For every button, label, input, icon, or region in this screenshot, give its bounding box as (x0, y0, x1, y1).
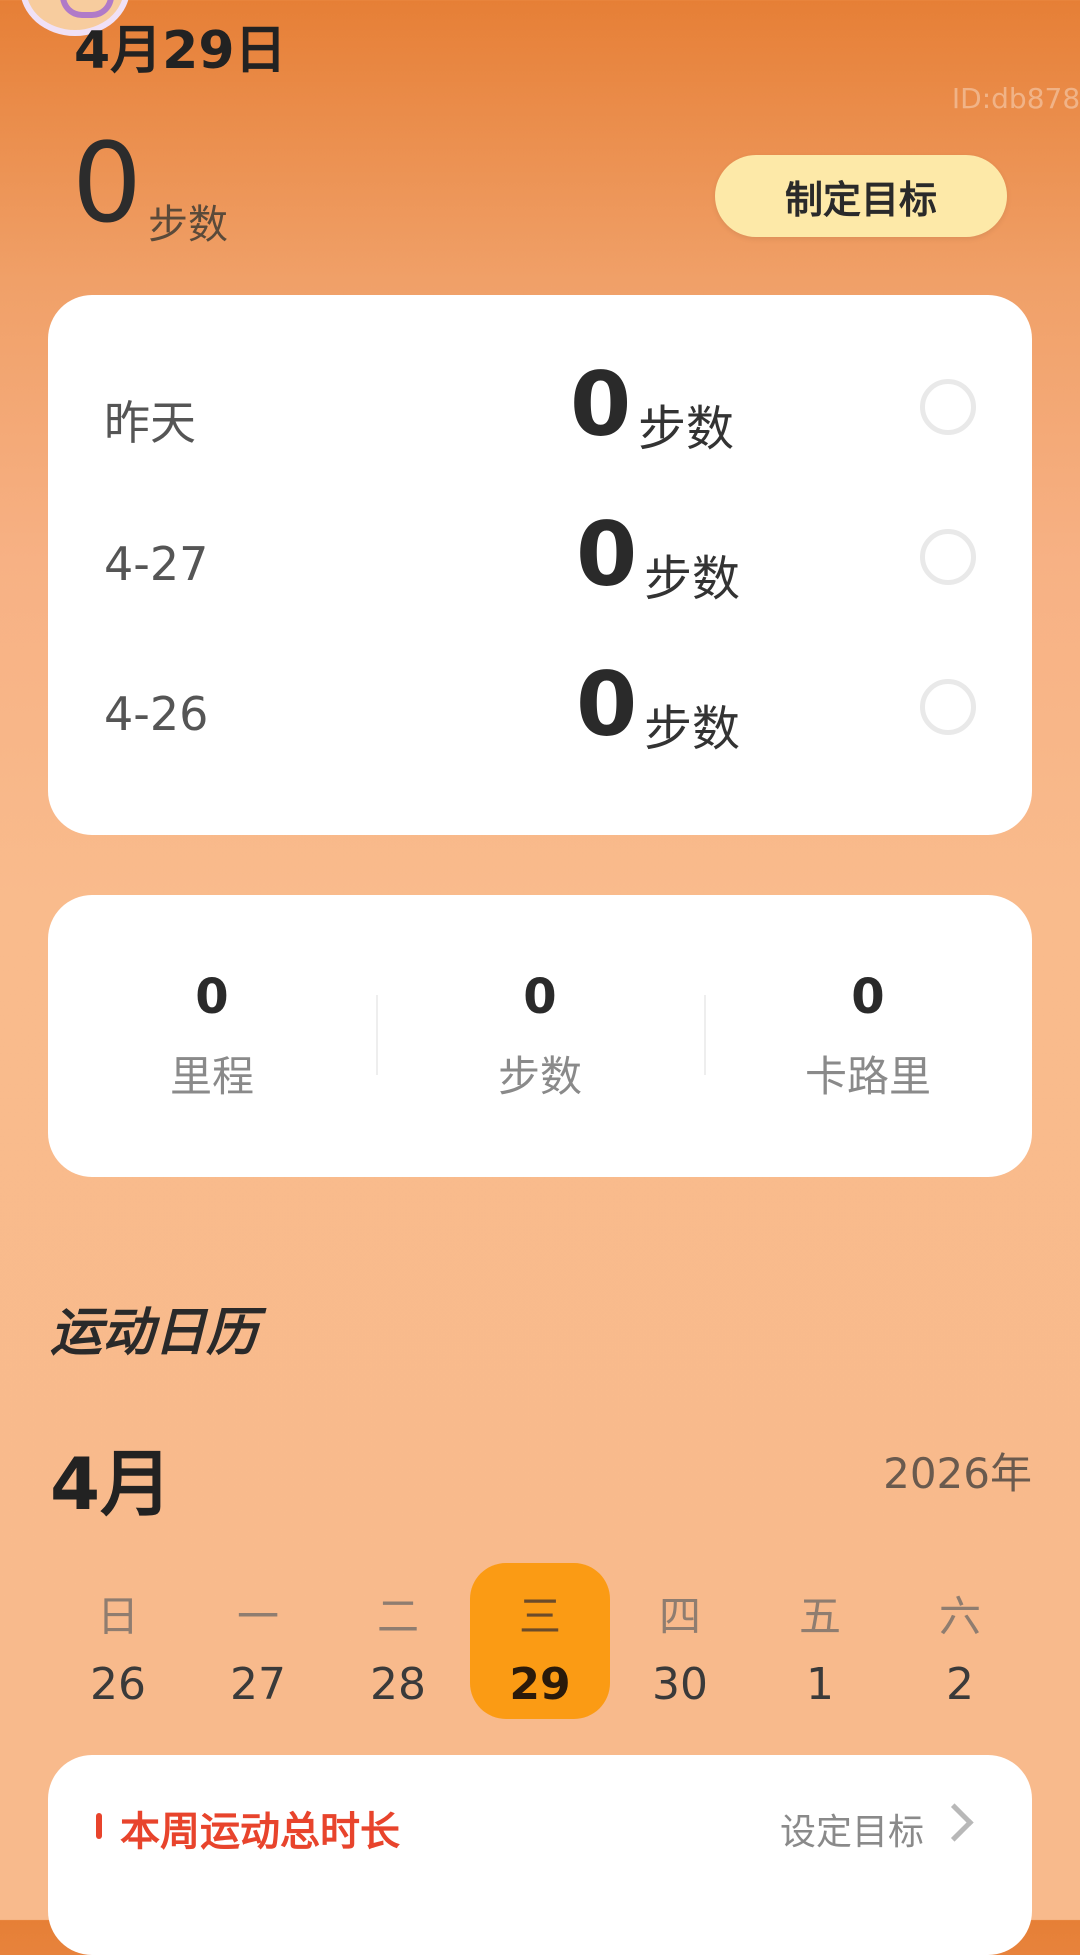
weekday-label: 日 (96, 1592, 139, 1641)
set-weekly-goal-link[interactable]: 设定目标 (780, 1803, 924, 1855)
history-date-label: 4-27 (104, 537, 209, 591)
calendar-day[interactable]: 六 2 (890, 1563, 1030, 1719)
stat-label: 里程 (169, 1052, 254, 1101)
weekly-duration-title: 本周运动总时长 (120, 1809, 400, 1855)
weekday-label: 一 (236, 1592, 279, 1641)
progress-ring-icon (920, 679, 976, 735)
history-steps-value: 0 (576, 503, 638, 606)
history-row[interactable]: 4-27 0 步数 (48, 507, 1032, 617)
history-steps-unit: 步数 (644, 551, 741, 607)
day-number: 26 (90, 1659, 146, 1710)
day-number: 2 (946, 1659, 974, 1710)
day-number: 27 (230, 1659, 286, 1710)
calendar-month: 4月 (50, 1442, 173, 1526)
today-steps-unit: 步数 (148, 202, 228, 248)
set-goal-button[interactable]: 制定目标 (715, 155, 1007, 237)
section-title-calendar: 运动日历 (50, 1303, 259, 1363)
history-steps-unit: 步数 (644, 701, 741, 757)
stat-value: 0 (851, 969, 885, 1025)
weekday-label: 六 (938, 1592, 981, 1641)
day-number: 29 (509, 1659, 571, 1710)
history-row[interactable]: 4-26 0 步数 (48, 657, 1032, 767)
chevron-right-icon[interactable] (935, 1803, 974, 1842)
stat-distance[interactable]: 0 里程 (48, 895, 376, 1177)
calendar-day[interactable]: 四 30 (610, 1563, 750, 1719)
history-steps-unit: 步数 (638, 401, 735, 457)
history-steps-value: 0 (576, 653, 638, 756)
accent-bar (96, 1813, 102, 1839)
calendar-day[interactable]: 日 26 (48, 1563, 188, 1719)
history-date-label: 昨天 (104, 396, 196, 450)
day-number: 1 (806, 1659, 834, 1710)
stat-value: 0 (523, 969, 557, 1025)
step-history-card: 昨天 0 步数 4-27 0 步数 4-26 0 步数 (48, 295, 1032, 835)
weekly-duration-card: 本周运动总时长 设定目标 (48, 1755, 1032, 1955)
stat-calories[interactable]: 0 卡路里 (704, 895, 1032, 1177)
calendar-day[interactable]: 二 28 (328, 1563, 468, 1719)
day-number: 28 (370, 1659, 426, 1710)
stat-value: 0 (195, 969, 229, 1025)
history-date-label: 4-26 (104, 687, 209, 741)
weekday-label: 三 (518, 1592, 561, 1641)
calendar-year: 2026年 (883, 1449, 1032, 1498)
day-number: 30 (652, 1659, 708, 1710)
today-steps-value: 0 (72, 119, 142, 247)
weekday-label: 四 (658, 1592, 701, 1641)
weekday-label: 二 (376, 1592, 419, 1641)
calendar-day[interactable]: 五 1 (750, 1563, 890, 1719)
history-row[interactable]: 昨天 0 步数 (48, 357, 1032, 467)
stat-steps[interactable]: 0 步数 (376, 895, 704, 1177)
page-title: 4月29日 (74, 21, 287, 81)
progress-ring-icon (920, 379, 976, 435)
history-steps-value: 0 (570, 353, 632, 456)
activity-stats-card: 0 里程 0 步数 0 卡路里 (48, 895, 1032, 1177)
progress-ring-icon (920, 529, 976, 585)
stat-label: 卡路里 (804, 1052, 931, 1101)
calendar-day[interactable]: 一 27 (188, 1563, 328, 1719)
stat-label: 步数 (497, 1052, 582, 1101)
calendar-day-selected[interactable]: 三 29 (470, 1563, 610, 1719)
user-id-watermark: ID:db878f (951, 82, 1080, 115)
weekday-label: 五 (798, 1592, 841, 1641)
